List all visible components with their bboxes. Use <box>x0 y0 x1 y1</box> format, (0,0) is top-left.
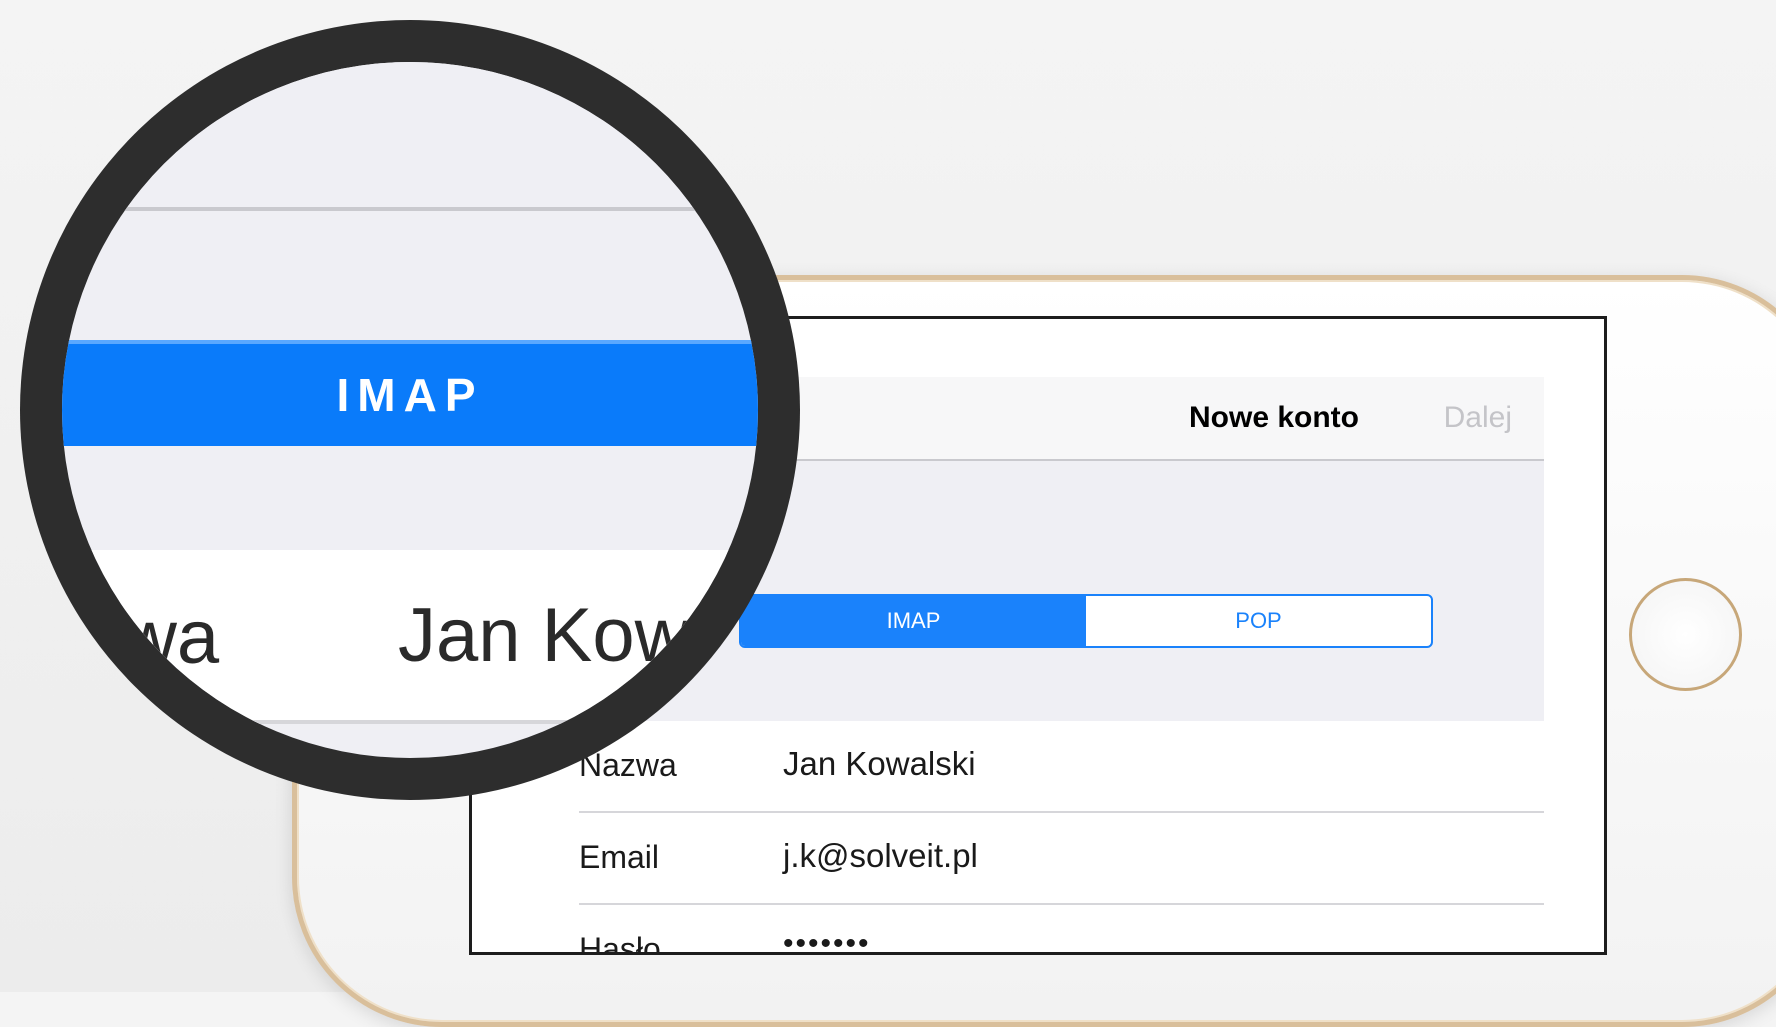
email-label: Email <box>579 839 660 875</box>
magnified-name-row: wa Jan Kowa <box>62 550 758 724</box>
name-field[interactable]: Jan Kowalski <box>783 745 976 783</box>
magnified-imap-label: IMAP <box>336 369 484 421</box>
magnified-label-fragment: wa <box>122 595 220 680</box>
home-button[interactable] <box>1629 578 1742 691</box>
magnified-imap-segment: IMAP <box>62 340 758 446</box>
protocol-segmented-control: IMAP POP <box>739 594 1433 648</box>
segment-imap[interactable]: IMAP <box>741 596 1086 646</box>
email-field[interactable]: j.k@solveit.pl <box>783 837 978 875</box>
magnified-name-value: Jan Kowa <box>398 593 732 678</box>
password-row[interactable]: Hasło ••••••• <box>579 905 1544 955</box>
name-row[interactable]: Nazwa Jan Kowalski <box>579 721 1544 813</box>
magnifier-lens: IMAP wa Jan Kowa <box>20 20 800 800</box>
magnified-view: IMAP wa Jan Kowa <box>62 62 758 758</box>
password-field[interactable]: ••••••• <box>783 927 871 952</box>
magnified-nav-bar <box>62 62 758 211</box>
next-button[interactable]: Dalej <box>1444 401 1512 435</box>
segment-pop[interactable]: POP <box>1086 596 1431 646</box>
email-row[interactable]: Email j.k@solveit.pl <box>579 813 1544 905</box>
password-label: Hasło <box>579 931 661 955</box>
account-form: Nazwa Jan Kowalski Email j.k@solveit.pl … <box>549 721 1544 955</box>
